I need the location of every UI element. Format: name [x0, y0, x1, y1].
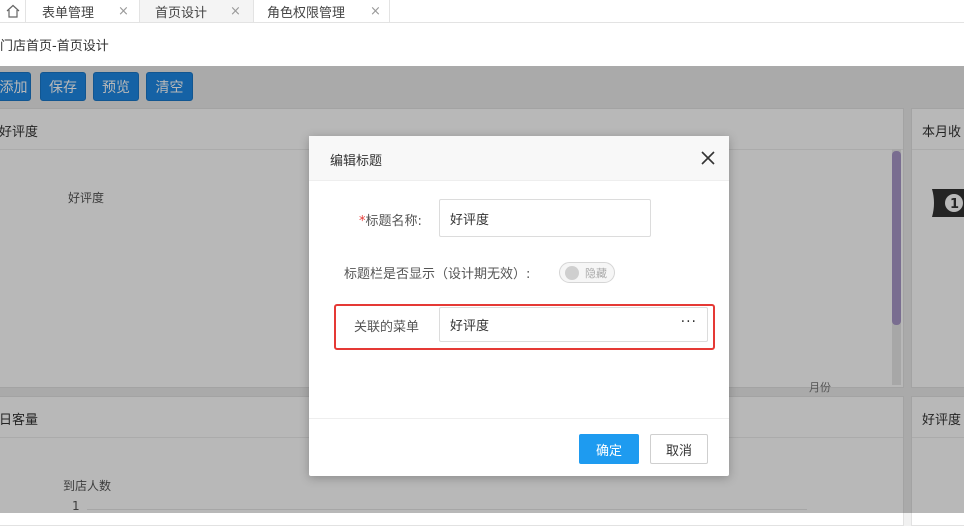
show-title-label: 标题栏是否显示（设计期无效）:: [344, 267, 531, 282]
toggle-text: 隐藏: [585, 267, 607, 280]
cancel-button[interactable]: 取消: [650, 434, 708, 464]
tab-bar: 表单管理 × 首页设计 × 角色权限管理 ×: [0, 0, 964, 23]
footer-divider: [309, 418, 729, 419]
show-title-toggle[interactable]: 隐藏: [559, 262, 615, 283]
title-name-input[interactable]: 好评度: [439, 199, 651, 237]
tab-homepage-design[interactable]: 首页设计 ×: [140, 0, 254, 22]
title-name-value: 好评度: [450, 212, 490, 228]
breadcrumb-text: 门店首页-首页设计: [0, 39, 109, 54]
tab-label: 表单管理: [42, 5, 95, 21]
dialog-title: 编辑标题: [330, 154, 383, 169]
home-tab[interactable]: [0, 0, 26, 22]
confirm-button[interactable]: 确定: [579, 434, 639, 464]
title-name-label: *标题名称:: [359, 214, 422, 229]
close-icon[interactable]: ×: [370, 4, 381, 19]
dialog-header: 编辑标题: [309, 136, 729, 181]
tab-label: 首页设计: [155, 5, 208, 21]
toggle-knob: [565, 266, 579, 280]
close-icon[interactable]: [701, 151, 715, 165]
edit-title-dialog: 编辑标题 *标题名称: 好评度 标题栏是否显示（设计期无效）: 隐藏 关联的菜单…: [309, 136, 729, 476]
linked-menu-input[interactable]: 好评度 ···: [439, 307, 708, 342]
tab-form-management[interactable]: 表单管理 ×: [26, 0, 140, 22]
linked-menu-value: 好评度: [450, 319, 490, 334]
tab-role-permissions[interactable]: 角色权限管理 ×: [254, 0, 390, 22]
close-icon[interactable]: ×: [118, 4, 129, 19]
more-icon[interactable]: ···: [681, 314, 697, 330]
close-icon[interactable]: ×: [230, 4, 241, 19]
breadcrumb: 门店首页-首页设计: [0, 23, 964, 67]
linked-menu-label: 关联的菜单: [354, 320, 420, 335]
home-icon: [6, 4, 19, 18]
tab-label: 角色权限管理: [267, 5, 346, 21]
